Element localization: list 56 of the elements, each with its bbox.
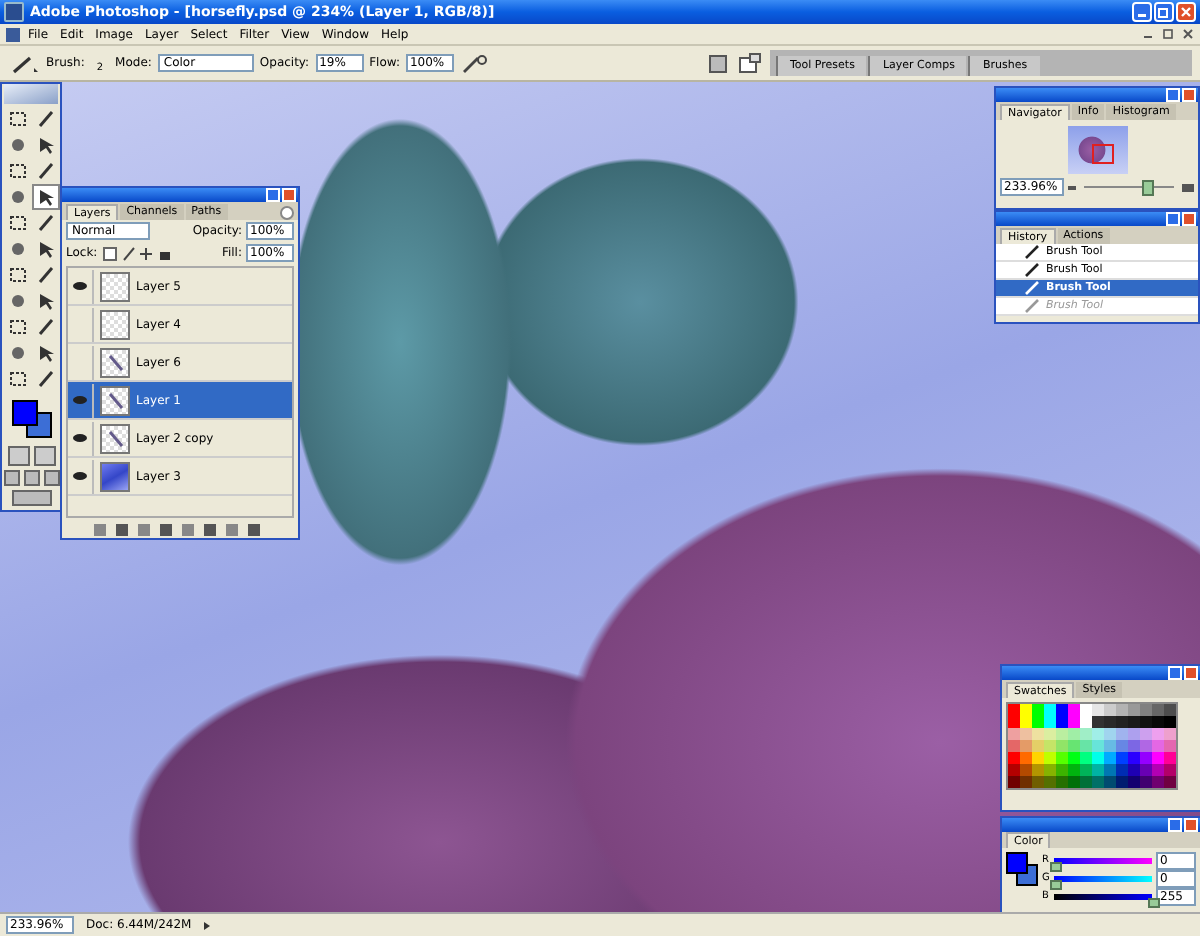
close-button[interactable] (1176, 2, 1196, 22)
tool-icon[interactable] (33, 160, 57, 182)
close-button[interactable] (1184, 818, 1198, 832)
file-browser-icon[interactable] (706, 51, 730, 75)
minimize-button[interactable] (1166, 88, 1180, 102)
app-icon (4, 2, 24, 22)
visibility-toggle[interactable] (68, 421, 94, 455)
slider-thumb[interactable] (1050, 861, 1062, 871)
status-menu-icon[interactable] (203, 921, 210, 929)
minimize-button[interactable] (1132, 2, 1152, 22)
tool-icon[interactable] (5, 108, 29, 130)
close-icon (1180, 6, 1192, 18)
tool-icon[interactable] (5, 316, 29, 338)
tool-icon[interactable] (33, 368, 57, 390)
standard-mode-icon[interactable] (7, 446, 29, 466)
document-icon (6, 27, 20, 41)
foreground-color-swatch[interactable] (1006, 852, 1028, 874)
visibility-toggle[interactable] (68, 269, 94, 303)
tool-icon[interactable] (33, 264, 57, 286)
close-button[interactable] (1182, 212, 1196, 226)
restore-icon (1158, 6, 1170, 18)
tool-icon[interactable] (5, 160, 29, 182)
document-window-controls-icon[interactable] (1142, 28, 1194, 40)
layer-thumbnail (100, 385, 130, 415)
minimize-button[interactable] (1168, 666, 1182, 680)
quick-mask-icon[interactable] (33, 446, 55, 466)
tool-icon[interactable] (5, 212, 29, 234)
tool-icon[interactable] (33, 316, 57, 338)
tool-icon[interactable] (5, 264, 29, 286)
layer-thumbnail (100, 347, 130, 377)
minimize-button[interactable] (1168, 818, 1182, 832)
tool-icon[interactable] (5, 368, 29, 390)
layer-thumbnail (100, 309, 130, 339)
close-button[interactable] (1182, 88, 1196, 102)
minimize-button[interactable] (266, 188, 280, 202)
panel-menu-icon[interactable] (280, 206, 294, 220)
visibility-toggle[interactable] (68, 383, 94, 417)
foreground-color-swatch[interactable] (11, 400, 37, 426)
layer-thumbnail (100, 461, 130, 491)
layer-thumbnail (100, 271, 130, 301)
lock-options-icon[interactable] (101, 245, 174, 261)
close-button[interactable] (1184, 666, 1198, 680)
layer-thumbnail (100, 423, 130, 453)
navigator-preview (1067, 126, 1127, 174)
tool-icon[interactable] (33, 108, 57, 130)
zoom-slider[interactable] (1142, 180, 1155, 196)
visibility-toggle[interactable] (68, 459, 94, 493)
airbrush-icon[interactable] (459, 51, 488, 75)
swatch-grid-drawing[interactable] (1006, 702, 1178, 790)
restore-button[interactable] (1154, 2, 1174, 22)
tool-icon[interactable] (33, 212, 57, 234)
palette-icon[interactable] (736, 51, 764, 75)
slider-thumb[interactable] (1050, 879, 1062, 889)
zoom-in-icon[interactable] (1182, 183, 1194, 191)
minimize-button[interactable] (1166, 212, 1180, 226)
close-button[interactable] (282, 188, 296, 202)
